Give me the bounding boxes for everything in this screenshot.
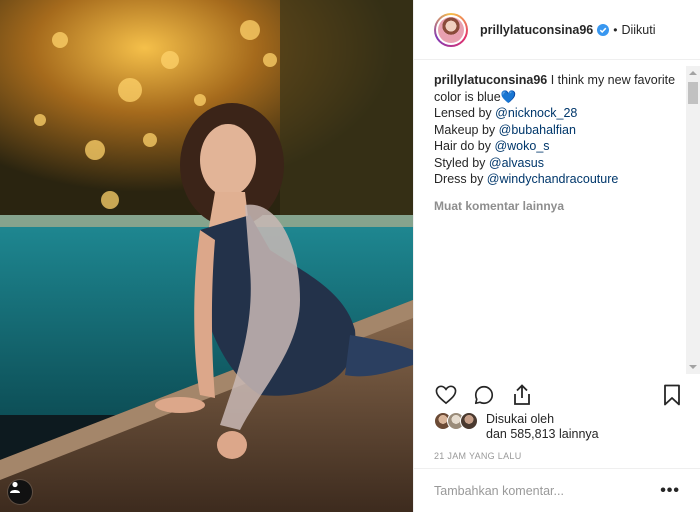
mention-link[interactable]: @alvasus	[489, 156, 544, 170]
action-bar	[434, 381, 684, 409]
post-header: prillylatuconsina96 • Diikuti	[414, 0, 700, 60]
credit-prefix: Makeup by	[434, 122, 499, 137]
load-more-comments-button[interactable]: Muat komentar lainnya	[434, 198, 682, 215]
follow-status-button[interactable]: Diikuti	[621, 23, 655, 37]
post-modal: prillylatuconsina96 • Diikuti prillylatu…	[0, 0, 700, 512]
add-comment-bar: •••	[414, 468, 700, 512]
credit-prefix: Hair do by	[434, 139, 495, 153]
mention-link[interactable]: @windychandracouture	[487, 172, 619, 186]
post-side-panel: prillylatuconsina96 • Diikuti prillylatu…	[413, 0, 700, 512]
comment-button[interactable]	[472, 383, 496, 407]
credit-prefix: Lensed by	[434, 106, 496, 120]
separator-dot: •	[613, 22, 618, 37]
credit-prefix: Dress by	[434, 172, 487, 186]
user-tag-icon	[10, 481, 20, 493]
mention-link[interactable]: @bubahalfian	[499, 123, 576, 137]
share-button[interactable]	[510, 383, 534, 407]
save-button[interactable]	[660, 383, 684, 407]
author-username[interactable]: prillylatuconsina96	[480, 23, 593, 37]
liked-by-label: Disukai oleh	[486, 412, 555, 426]
mention-link[interactable]: @woko_s	[494, 139, 549, 153]
scrollbar-thumb[interactable]	[688, 82, 698, 104]
caption-username[interactable]: prillylatuconsina96	[434, 73, 547, 87]
more-options-button[interactable]: •••	[660, 482, 680, 500]
post-timestamp[interactable]: 21 JAM YANG LALU	[434, 451, 522, 461]
bookmark-icon	[664, 384, 680, 406]
author-avatar[interactable]	[434, 12, 468, 47]
likes-text: Disukai oleh dan 585,813 lainnya	[486, 412, 599, 442]
share-icon	[514, 384, 530, 405]
likes-count-link[interactable]: dan 585,813 lainnya	[486, 427, 599, 442]
mention-link[interactable]: @nicknock_28	[495, 106, 577, 120]
comment-icon	[474, 385, 494, 405]
like-button[interactable]	[434, 383, 458, 407]
comment-input[interactable]	[434, 483, 661, 498]
comments-section: prillylatuconsina96 I think my new favor…	[434, 72, 682, 372]
blue-heart-emoji: 💙	[500, 89, 517, 104]
user-tag-button[interactable]	[8, 480, 32, 504]
liked-by-avatars[interactable]	[434, 412, 480, 430]
avatar[interactable]	[460, 412, 478, 430]
scroll-up-arrow-icon[interactable]	[686, 66, 700, 80]
post-photo[interactable]	[0, 0, 413, 512]
photo-illustration	[0, 0, 413, 512]
likes-summary: Disukai oleh dan 585,813 lainnya	[434, 412, 599, 442]
scroll-down-arrow-icon[interactable]	[686, 360, 700, 374]
credit-prefix: Styled by	[434, 155, 489, 170]
verified-badge-icon	[597, 23, 610, 36]
comments-scrollbar[interactable]	[686, 66, 700, 374]
caption: prillylatuconsina96 I think my new favor…	[434, 72, 682, 188]
heart-icon	[435, 385, 457, 405]
